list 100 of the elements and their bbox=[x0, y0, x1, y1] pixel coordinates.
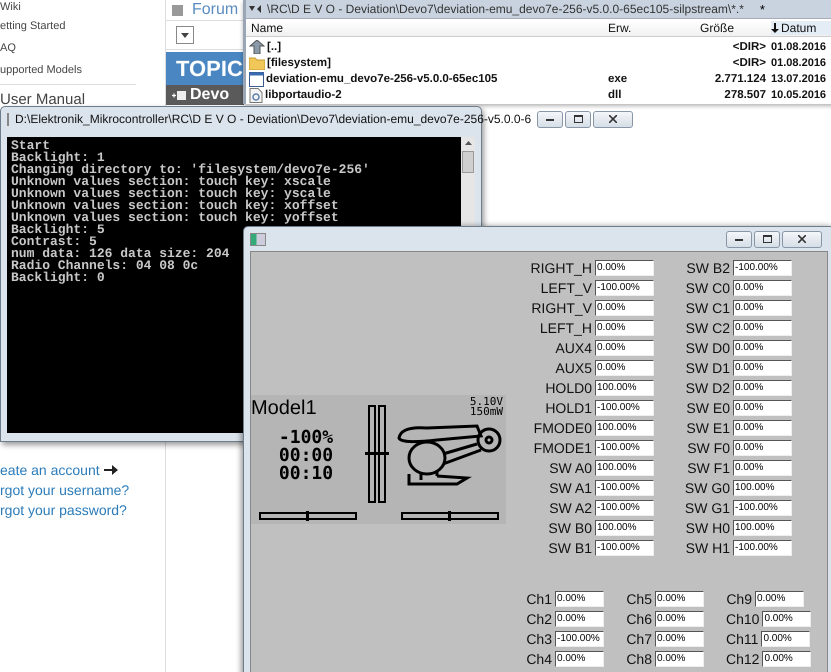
path-bar[interactable]: \RC\D E V O - Deviation\Devo7\deviation-emu_devo7e-256-v5.0.0-65ec105-silpstream\*.* bbox=[267, 2, 744, 16]
input-value-field: 0.00% bbox=[595, 320, 654, 336]
input-value-field: 0.00% bbox=[595, 260, 654, 276]
minimize-button[interactable] bbox=[726, 230, 752, 248]
account-link[interactable]: rgot your password? bbox=[0, 502, 127, 518]
column-header[interactable]: Name bbox=[246, 20, 608, 34]
input-value-field: 0.00% bbox=[733, 300, 792, 316]
file-size: <DIR> bbox=[732, 57, 767, 69]
input-value-field: -100.00% bbox=[595, 480, 654, 496]
channel-value-field: 0.00% bbox=[762, 651, 812, 667]
timer-reading: 00:00 bbox=[278, 447, 334, 465]
channel-value-field: 0.00% bbox=[761, 631, 810, 647]
channel-label: Ch7 bbox=[626, 631, 652, 647]
input-value-field: 0.00% bbox=[733, 340, 792, 356]
input-label: SW A2 bbox=[548, 500, 592, 516]
input-value-field: -100.00% bbox=[595, 540, 654, 556]
console-line: Unknown values section: touch key: yscale bbox=[11, 188, 331, 200]
input-value-field: -100.00% bbox=[595, 280, 654, 296]
channel-value-field: 0.00% bbox=[655, 611, 704, 627]
column-header[interactable]: Größe bbox=[688, 20, 771, 34]
console-line: num data: 126 data size: 204 bbox=[11, 248, 230, 260]
channel-label: Ch1 bbox=[526, 591, 552, 607]
channel-value-field: 0.00% bbox=[555, 611, 604, 627]
back-arrow-icon[interactable] bbox=[249, 5, 263, 13]
sidebar-link[interactable]: Wiki bbox=[0, 0, 165, 18]
input-label: SW C2 bbox=[684, 320, 730, 336]
tab-marker[interactable]: * bbox=[760, 2, 765, 16]
sidebar-link[interactable]: upported Models bbox=[0, 62, 165, 84]
channel-value-field: 0.00% bbox=[762, 611, 812, 627]
folder-icon bbox=[249, 56, 265, 70]
section-heading: User Manual bbox=[0, 91, 86, 108]
input-label: SW H1 bbox=[684, 540, 730, 556]
throttle-reading: -100% bbox=[278, 429, 334, 447]
channel-label: Ch12 bbox=[726, 651, 760, 667]
channel-value-field: 0.00% bbox=[555, 591, 604, 607]
channel-value-field: 0.00% bbox=[655, 631, 704, 647]
file-size: 2.771.124 bbox=[714, 73, 767, 85]
channel-label: Ch8 bbox=[626, 651, 652, 667]
input-value-field: 0.00% bbox=[595, 360, 654, 376]
scroll-up-icon bbox=[464, 141, 472, 145]
channel-value-field: 0.00% bbox=[555, 651, 604, 667]
input-label: SW E1 bbox=[685, 420, 730, 436]
sidebar-link[interactable]: AQ bbox=[0, 40, 165, 62]
sidebar-link[interactable]: etting Started bbox=[0, 18, 165, 40]
topic-row[interactable]: Devo bbox=[166, 85, 244, 105]
file-name[interactable]: [filesystem] bbox=[267, 57, 331, 69]
input-label: LEFT_V bbox=[540, 280, 592, 296]
input-label: SW C0 bbox=[684, 280, 730, 296]
minimize-icon bbox=[735, 238, 743, 240]
input-label: RIGHT_V bbox=[530, 300, 592, 316]
maximize-icon bbox=[762, 235, 772, 243]
channel-label: Ch9 bbox=[726, 591, 752, 607]
file-size: 278.507 bbox=[723, 89, 767, 101]
input-value-field: 100.00% bbox=[595, 520, 654, 536]
account-link[interactable]: eate an account bbox=[0, 462, 100, 478]
input-label: FMODE1 bbox=[532, 440, 592, 456]
input-value-field: -100.00% bbox=[733, 260, 792, 276]
maximize-button[interactable] bbox=[565, 110, 592, 128]
close-button[interactable] bbox=[593, 110, 634, 128]
file-name[interactable]: libportaudio-2 bbox=[265, 89, 342, 101]
input-value-field: -100.00% bbox=[733, 500, 792, 516]
column-header[interactable]: Erw. bbox=[608, 20, 688, 34]
minimize-icon bbox=[546, 118, 554, 120]
file-date: 01.08.2016 bbox=[771, 41, 828, 53]
console-line: Radio Channels: 04 08 0c bbox=[11, 260, 198, 272]
console-line: Backlight: 5 bbox=[11, 224, 105, 236]
input-value-field: 0.00% bbox=[733, 440, 792, 456]
account-link[interactable]: rgot your username? bbox=[0, 482, 130, 498]
close-button[interactable] bbox=[782, 230, 822, 248]
input-label: SW D2 bbox=[684, 380, 730, 396]
console-line: Unknown values section: touch key: yoffset bbox=[11, 212, 339, 224]
column-header[interactable]: Datum bbox=[771, 20, 831, 34]
input-value-field: -100.00% bbox=[595, 500, 654, 516]
file-name[interactable]: deviation-emu_devo7e-256-v5.0.0-65ec105 bbox=[266, 73, 498, 85]
minimize-button[interactable] bbox=[537, 110, 564, 128]
dropdown-button[interactable] bbox=[176, 26, 194, 44]
console-line: Unknown values section: touch key: xoffset bbox=[11, 200, 339, 212]
input-value-field: 0.00% bbox=[595, 340, 654, 356]
input-label: AUX4 bbox=[554, 340, 592, 356]
input-value-field: 100.00% bbox=[595, 380, 654, 396]
channel-label: Ch6 bbox=[626, 611, 652, 627]
file-name[interactable]: [..] bbox=[267, 41, 282, 53]
caret-down-icon bbox=[181, 32, 189, 38]
input-value-field: 0.00% bbox=[595, 300, 654, 316]
maximize-button[interactable] bbox=[754, 230, 780, 248]
input-label: SW A0 bbox=[548, 460, 592, 476]
file-date: 01.08.2016 bbox=[771, 57, 828, 69]
file-extension: exe bbox=[608, 73, 628, 85]
input-label: AUX5 bbox=[554, 360, 592, 376]
console-line: Backlight: 1 bbox=[11, 152, 105, 164]
input-value-field: 0.00% bbox=[733, 360, 792, 376]
channel-value-field: 0.00% bbox=[655, 651, 704, 667]
expand-square-icon bbox=[172, 90, 186, 100]
window-title: D:\Elektronik_Mikrocontroller\RC\D E V O - Deviation\Devo7\deviation-emu_devo7e-256-v5.0.0-6 bbox=[15, 112, 532, 126]
console-line: Changing directory to: 'filesystem/devo7e-256' bbox=[11, 164, 370, 176]
console-line: Unknown values section: touch key: xscale bbox=[11, 176, 331, 188]
up-arrow-icon bbox=[249, 40, 265, 54]
input-label: SW D0 bbox=[684, 340, 730, 356]
console-line: Contrast: 5 bbox=[11, 236, 97, 248]
topics-header: TOPIC bbox=[166, 52, 244, 85]
